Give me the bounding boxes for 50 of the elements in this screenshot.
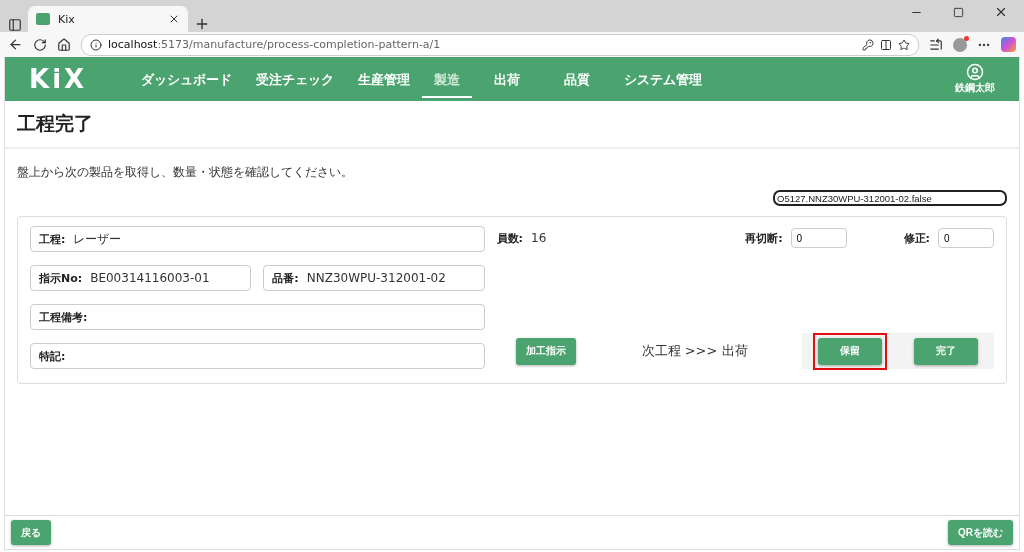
recut-field[interactable]: 0	[790, 228, 847, 248]
nav-tab[interactable]: 受注チェック	[244, 60, 346, 98]
home-icon[interactable]	[57, 37, 71, 52]
scan-field[interactable]: O5127.NNZ30WPU-312001-02.false	[773, 190, 1007, 206]
field-value: NNZ30WPU-312001-02	[306, 271, 446, 285]
favicon-icon	[36, 13, 50, 25]
work-instruction-button[interactable]: 加工指示	[515, 337, 576, 365]
field-label: 指示No:	[39, 270, 83, 286]
page-title: 工程完了	[17, 111, 94, 136]
back-icon[interactable]	[8, 37, 23, 52]
nav-tab[interactable]: システム管理	[612, 60, 714, 98]
count-label: 員数:	[496, 230, 523, 246]
recut-label: 再切断:	[745, 230, 783, 246]
split-screen-icon[interactable]	[880, 38, 892, 51]
user-name: 鉄鋼太郎	[955, 81, 995, 95]
reload-icon[interactable]	[33, 37, 47, 52]
correction-label: 修正:	[903, 230, 930, 246]
browser-tab[interactable]: Kix	[28, 6, 188, 32]
instruction-text: 盤上から次の製品を取得し、数量・状態を確認してください。	[17, 164, 354, 181]
logo[interactable]: KiX	[29, 64, 129, 94]
profile-avatar[interactable]	[953, 37, 967, 52]
field-label: 工程備考:	[39, 309, 88, 325]
action-button[interactable]: 保留	[818, 337, 882, 365]
nav-tab[interactable]: 製造	[422, 60, 472, 98]
key-icon[interactable]	[862, 38, 874, 51]
back-button[interactable]: 戻る	[11, 520, 51, 545]
info-icon	[90, 38, 102, 51]
nav-tab[interactable]: 出荷	[482, 60, 532, 98]
field-label: 特記:	[39, 348, 66, 364]
action-button[interactable]: 完了	[914, 337, 978, 365]
maximize-icon[interactable]	[953, 5, 964, 19]
field-value: レーザー	[73, 230, 122, 248]
user-icon[interactable]	[966, 63, 984, 81]
star-icon[interactable]	[898, 38, 910, 51]
correction-field[interactable]: 0	[938, 228, 994, 248]
nav-tab[interactable]: ダッシュボード	[129, 60, 244, 98]
qr-button[interactable]: QRを読む	[948, 520, 1013, 545]
field-value: BE00314116003-01	[90, 271, 210, 285]
count-value: 16	[531, 231, 547, 245]
sidebar-icon[interactable]	[8, 18, 22, 32]
next-process-text: 次工程 >>> 出荷	[641, 342, 748, 360]
new-tab-icon[interactable]	[194, 16, 210, 32]
close-icon[interactable]	[994, 5, 1008, 19]
close-icon[interactable]	[168, 13, 180, 25]
nav-tab[interactable]: 品質	[552, 60, 602, 98]
favorites-icon[interactable]	[929, 37, 943, 52]
address-bar[interactable]: localhost:5173/manufacture/process-completion-pattern-a/1	[81, 33, 919, 56]
field-label: 工程:	[39, 231, 66, 247]
field-label: 品番:	[272, 270, 299, 286]
nav-tab[interactable]: 生産管理	[346, 60, 422, 98]
